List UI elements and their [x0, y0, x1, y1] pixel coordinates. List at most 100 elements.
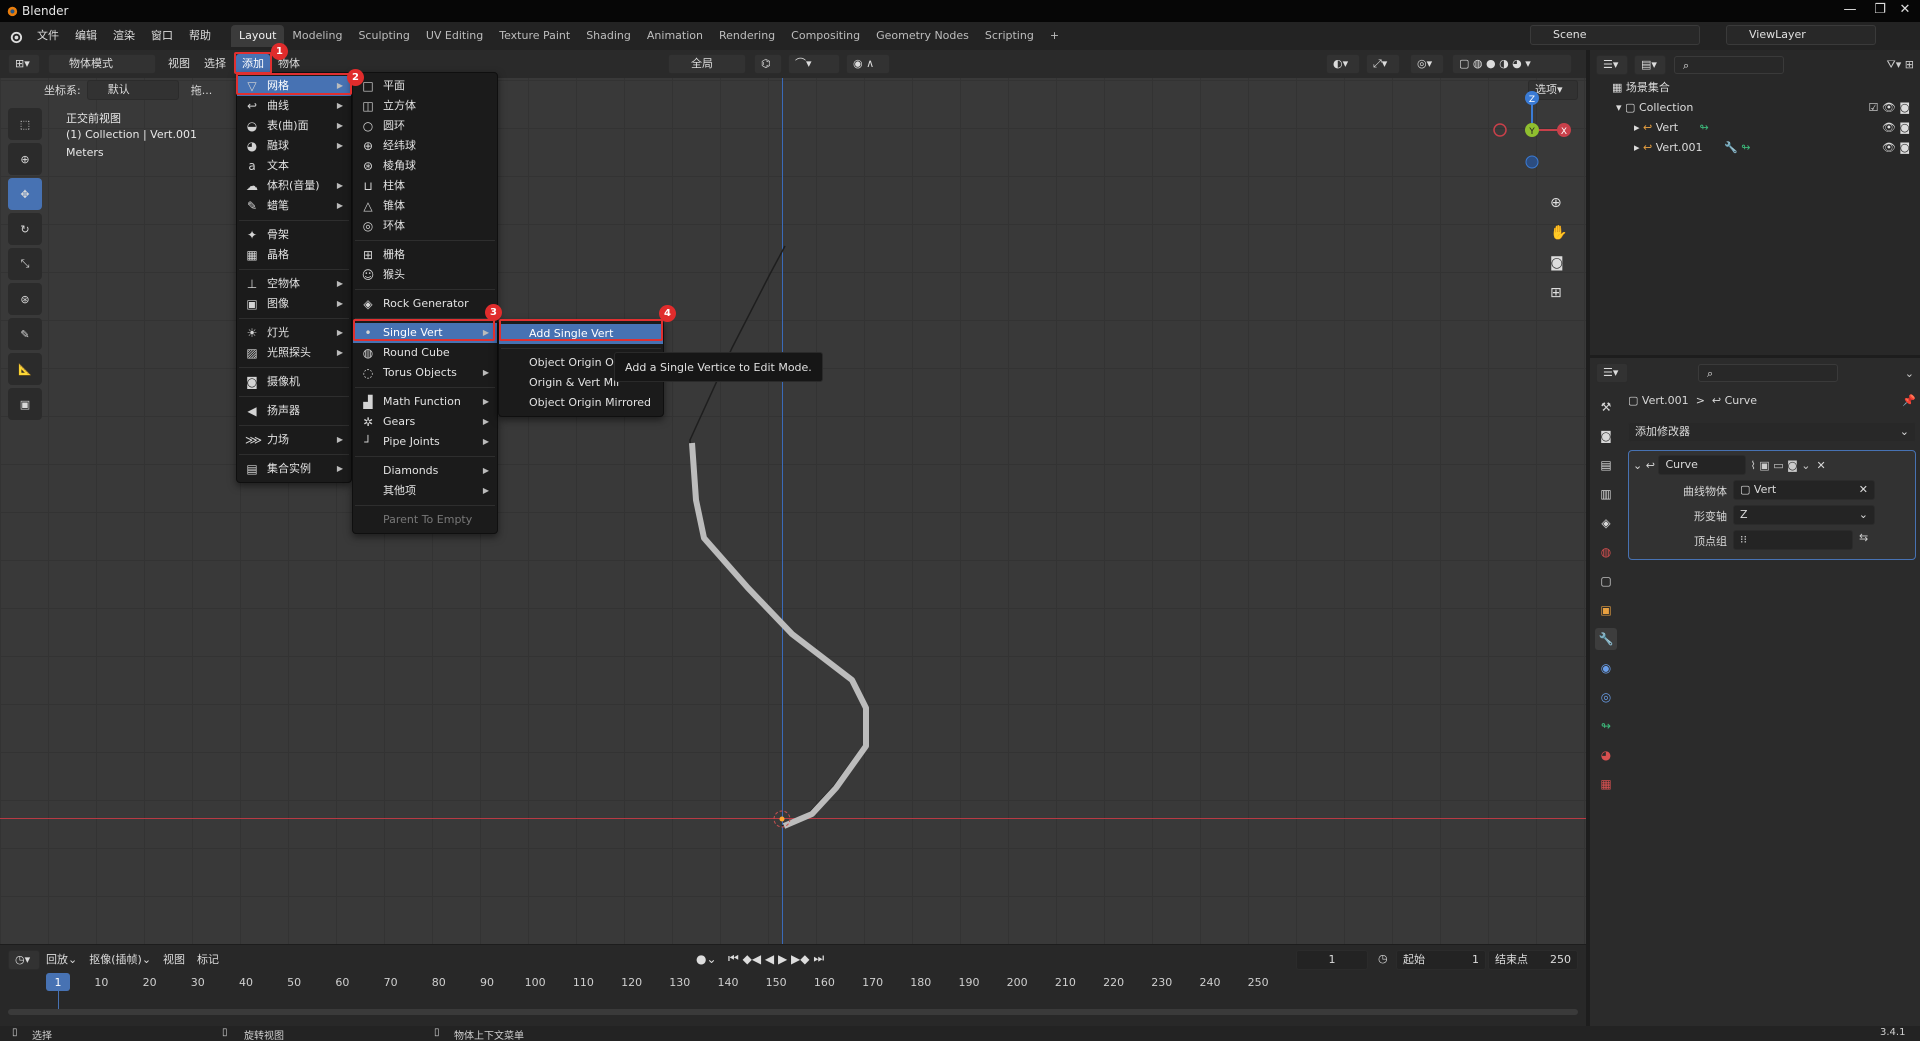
- pin-icon[interactable]: 📌: [1902, 394, 1916, 407]
- add-menu-item[interactable]: ▦ 晶格: [237, 245, 351, 265]
- mesh-menu-item[interactable]: 其他项 ▶: [353, 481, 497, 501]
- workspace-tab[interactable]: Texture Paint: [491, 25, 578, 47]
- visibility-toggles-icon[interactable]: 👁 ◙: [1882, 138, 1910, 158]
- overlay-button[interactable]: ◎▾: [1410, 54, 1444, 74]
- gizmo-button[interactable]: ⤢▾: [1366, 54, 1400, 74]
- properties-search-input[interactable]: ⌕: [1698, 364, 1838, 382]
- add-cube-tool[interactable]: ▣: [8, 388, 42, 420]
- scene-selector[interactable]: Scene: [1530, 25, 1700, 45]
- menu-help[interactable]: 帮助: [181, 26, 219, 46]
- mesh-menu-item[interactable]: Diamonds ▶: [353, 461, 497, 481]
- add-menu-item[interactable]: ✦ 骨架: [237, 225, 351, 245]
- add-menu-item[interactable]: ✎ 蜡笔 ▶: [237, 196, 351, 216]
- curve-object-field[interactable]: ▢ Vert ✕: [1733, 480, 1875, 500]
- editor-type-button[interactable]: ⊞▾: [8, 54, 40, 74]
- add-menu-item[interactable]: ◙ 摄像机: [237, 372, 351, 392]
- mesh-menu-item[interactable]: ◍ Round Cube: [353, 343, 497, 363]
- add-menu-item[interactable]: ⋙ 力场 ▶: [237, 430, 351, 450]
- render-tab-icon[interactable]: ◙: [1595, 425, 1617, 447]
- menu-edit[interactable]: 编辑: [67, 26, 105, 46]
- scale-tool[interactable]: ⤡: [8, 248, 42, 280]
- scene-tab-icon[interactable]: ◈: [1595, 512, 1617, 534]
- texture-tab-icon[interactable]: ▦: [1595, 773, 1617, 795]
- timeline-scrollbar[interactable]: [8, 1009, 1578, 1015]
- add-menu-item[interactable]: ☁ 体积(音量) ▶: [237, 176, 351, 196]
- mode-selector[interactable]: 物体模式: [48, 54, 156, 74]
- workspace-tab[interactable]: Rendering: [711, 25, 783, 47]
- view-layer-tab-icon[interactable]: ▥: [1595, 483, 1617, 505]
- mesh-menu-item[interactable]: ◈ Rock Generator: [353, 294, 497, 314]
- annotate-tool[interactable]: ✎: [8, 318, 42, 350]
- mesh-menu-item[interactable]: □ 平面: [353, 76, 497, 96]
- collection-tab-icon[interactable]: ▢: [1595, 570, 1617, 592]
- material-tab-icon[interactable]: ◕: [1595, 744, 1617, 766]
- mesh-menu-item[interactable]: ◌ Torus Objects ▶: [353, 363, 497, 383]
- object-origin-mirrored-item[interactable]: Object Origin Mirrored: [499, 393, 663, 413]
- minimize-button[interactable]: —: [1835, 2, 1865, 20]
- coord-system-selector[interactable]: 默认: [86, 80, 179, 100]
- add-menu-item[interactable]: ◕ 融球 ▶: [237, 136, 351, 156]
- add-modifier-button[interactable]: 添加修改器 ⌄: [1628, 422, 1916, 442]
- mesh-menu-item[interactable]: ○ 圆环: [353, 116, 497, 136]
- mesh-menu-item[interactable]: ⊛ 棱角球: [353, 156, 497, 176]
- cursor-tool[interactable]: ⊕: [8, 143, 42, 175]
- add-menu-item[interactable]: ↩ 曲线 ▶: [237, 96, 351, 116]
- add-menu-item[interactable]: ◒ 表(曲)面 ▶: [237, 116, 351, 136]
- tool-tab-icon[interactable]: ⚒: [1595, 396, 1617, 418]
- outliner-search-input[interactable]: ⌕: [1674, 56, 1784, 74]
- select-box-tool[interactable]: ⬚: [8, 108, 42, 140]
- workspace-tab[interactable]: Animation: [639, 25, 711, 47]
- pivot-point-button[interactable]: ⌬: [754, 54, 782, 74]
- add-menu-item[interactable]: ⊥ 空物体 ▶: [237, 274, 351, 294]
- mesh-menu-item[interactable]: ◎ 环体: [353, 216, 497, 236]
- modifier-toggle-icons[interactable]: ⌇ ▣ ▭ ◙ ⌄: [1750, 459, 1810, 472]
- particles-tab-icon[interactable]: ◉: [1595, 657, 1617, 679]
- proportional-edit-button[interactable]: ◉ ∧: [846, 54, 890, 74]
- vertex-group-field[interactable]: ⁝⁝: [1733, 530, 1853, 550]
- curve-data-tab-icon[interactable]: ↬: [1595, 715, 1617, 737]
- workspace-tab[interactable]: Sculpting: [350, 25, 417, 47]
- perspective-toggle-icon[interactable]: ⊞: [1550, 285, 1562, 301]
- view-layer-selector[interactable]: ViewLayer: [1726, 25, 1876, 45]
- drag-label[interactable]: 拖...: [191, 82, 213, 98]
- clear-icon[interactable]: ✕: [1859, 481, 1868, 499]
- modifier-name-field[interactable]: Curve: [1658, 455, 1747, 475]
- zoom-icon[interactable]: ⊕: [1550, 195, 1562, 211]
- menu-window[interactable]: 窗口: [143, 26, 181, 46]
- visibility-toggles-icon[interactable]: 👁 ◙: [1882, 118, 1910, 138]
- mesh-menu-item[interactable]: △ 锥体: [353, 196, 497, 216]
- object-tab-icon[interactable]: ▣: [1595, 599, 1617, 621]
- move-tool[interactable]: ✥: [8, 178, 42, 210]
- camera-view-icon[interactable]: ◙: [1550, 255, 1564, 271]
- mesh-menu-item[interactable]: ⊔ 柱体: [353, 176, 497, 196]
- blender-menu-icon[interactable]: [8, 29, 23, 44]
- mesh-menu-item[interactable]: ▟ Math Function ▶: [353, 392, 497, 412]
- close-window-button[interactable]: ✕: [1890, 2, 1920, 20]
- workspace-tab[interactable]: Shading: [578, 25, 639, 47]
- display-mode-button[interactable]: ▤▾: [1634, 55, 1666, 75]
- measure-tool[interactable]: 📐: [8, 353, 42, 385]
- menu-file[interactable]: 文件: [29, 26, 67, 46]
- pan-hand-icon[interactable]: ✋: [1550, 225, 1567, 241]
- outliner-item-vert[interactable]: ▸ ↩ Vert ↬ 👁 ◙: [1634, 118, 1916, 138]
- add-menu-item[interactable]: ◀ 扬声器: [237, 401, 351, 421]
- frame-ruler[interactable]: 10 20 30 40 50 60 70 80 90 100 110 120 130 140 150 160 1…: [0, 945, 1586, 1005]
- mesh-menu-item[interactable]: Parent To Empty: [353, 510, 497, 530]
- workspace-tab[interactable]: Compositing: [783, 25, 868, 47]
- add-workspace-button[interactable]: +: [1042, 25, 1067, 47]
- mesh-menu-item[interactable]: ✲ Gears ▶: [353, 412, 497, 432]
- add-menu-item[interactable]: a 文本: [237, 156, 351, 176]
- workspace-tab[interactable]: Geometry Nodes: [868, 25, 977, 47]
- outliner-editor-type-button[interactable]: ☰▾: [1596, 55, 1628, 75]
- shading-buttons[interactable]: ▢ ◍ ● ◑ ◕ ▾: [1452, 54, 1572, 74]
- add-menu-item[interactable]: ▤ 集合实例 ▶: [237, 459, 351, 479]
- visibility-button[interactable]: ◐▾: [1326, 54, 1360, 74]
- visibility-toggles-icon[interactable]: ☑ 👁 ◙: [1869, 98, 1911, 118]
- workspace-tab[interactable]: Scripting: [977, 25, 1042, 47]
- navigation-gizmo[interactable]: Z X Y: [1490, 88, 1574, 172]
- add-menu-item[interactable]: ▣ 图像 ▶: [237, 294, 351, 314]
- workspace-tab[interactable]: Modeling: [284, 25, 350, 47]
- mesh-menu-item[interactable]: ☺ 猴头: [353, 265, 497, 285]
- mesh-menu-item[interactable]: ⊞ 栅格: [353, 245, 497, 265]
- filter-icon[interactable]: ⛛▾ ⊞: [1887, 58, 1914, 72]
